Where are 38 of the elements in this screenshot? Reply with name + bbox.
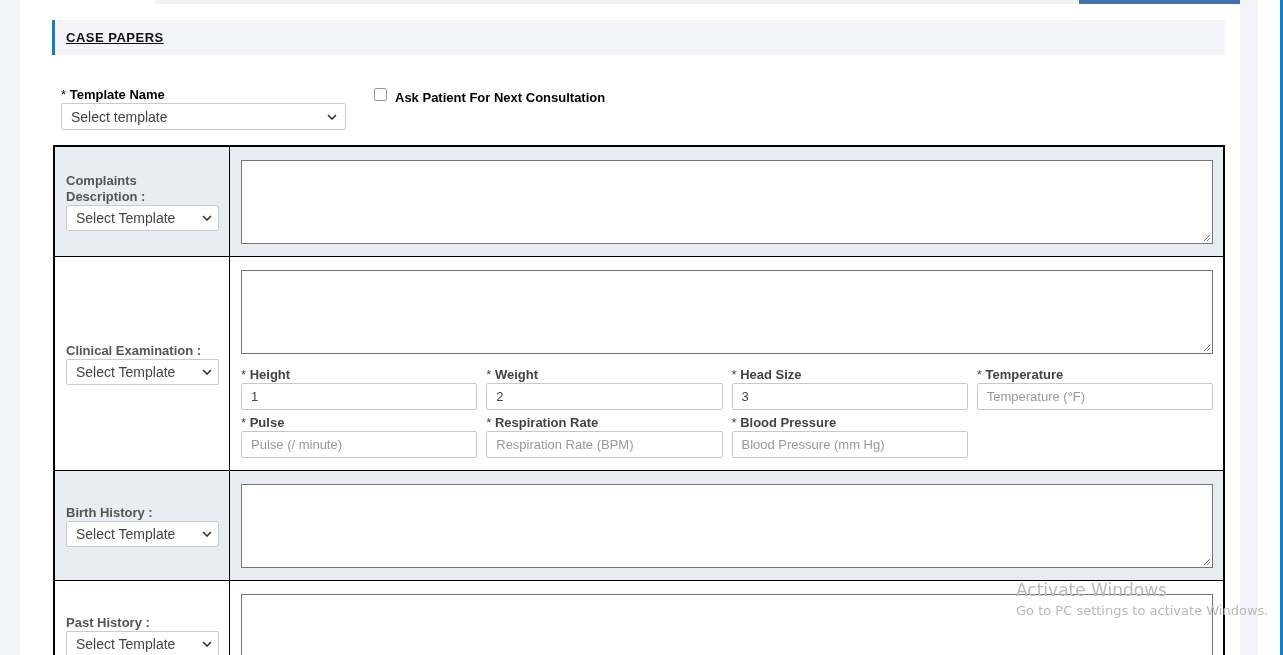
section-heading: CASE PAPERS <box>66 30 164 45</box>
template-select[interactable]: Select template <box>61 103 346 130</box>
text-area[interactable] <box>241 160 1213 244</box>
checkbox[interactable] <box>374 88 387 101</box>
chevron-icon <box>202 214 212 221</box>
template-select[interactable]: Select Template <box>66 630 219 655</box>
input-field[interactable]: Pulse (/ minute) <box>241 431 478 458</box>
field-label: *Height <box>241 367 292 383</box>
section-label: Complaints Description : <box>66 172 147 205</box>
input-field[interactable]: Temperature (°F) <box>976 383 1213 410</box>
chevron-icon <box>327 113 337 120</box>
section-label: Past History : <box>66 614 151 631</box>
resize-grip-icon <box>1203 558 1211 566</box>
chevron-icon <box>202 368 212 375</box>
field-label: *Template Name <box>61 87 166 103</box>
field-label: *Blood Pressure <box>731 415 838 431</box>
field-label: *Weight <box>486 367 539 383</box>
template-select[interactable]: Select Template <box>66 520 219 547</box>
resize-grip-icon <box>1203 234 1211 242</box>
field-label: *Temperature <box>976 367 1065 383</box>
field-label: *Head Size <box>731 367 803 383</box>
resize-grip-icon <box>1203 344 1211 352</box>
template-select[interactable]: Select Template <box>66 204 219 231</box>
chevron-icon <box>202 530 212 537</box>
section-label: Clinical Examination : <box>66 342 203 359</box>
field-label: *Pulse <box>241 415 286 431</box>
input-field[interactable]: Respiration Rate (BPM) <box>486 431 723 458</box>
chevron-icon <box>202 640 212 647</box>
text-area[interactable] <box>241 484 1213 568</box>
input-field[interactable]: Blood Pressure (mm Hg) <box>731 431 968 458</box>
template-select[interactable]: Select Template <box>66 358 219 385</box>
field-label: *Respiration Rate <box>486 415 600 431</box>
input-field[interactable]: 1 <box>241 383 478 410</box>
section-label: Birth History : <box>66 504 154 521</box>
checkbox-label: Ask Patient For Next Consultation <box>395 90 606 105</box>
text-area[interactable] <box>241 270 1213 354</box>
input-field[interactable]: 3 <box>731 383 968 410</box>
input-field[interactable]: 2 <box>486 383 723 410</box>
